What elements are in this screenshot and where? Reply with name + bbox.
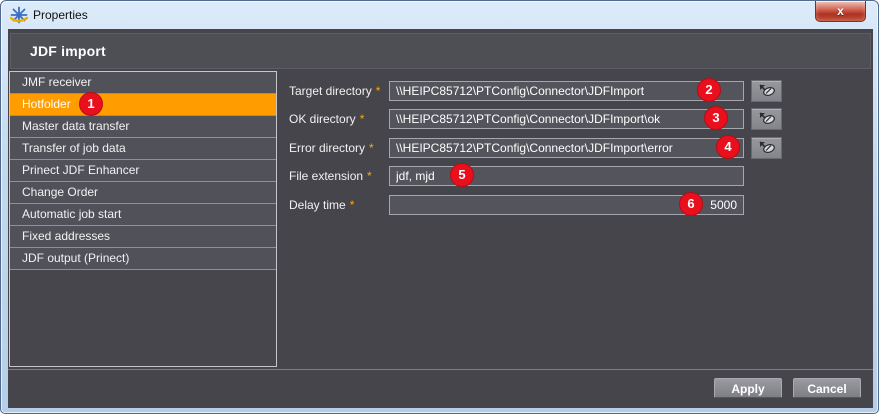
browse-icon — [758, 83, 776, 97]
field-label: Target directory* — [289, 84, 380, 98]
page-title: JDF import — [30, 43, 106, 59]
title-bar[interactable]: Properties x — [1, 1, 878, 29]
sidebar-item-change-order[interactable]: Change Order — [10, 182, 276, 204]
browse-ok-directory-button[interactable] — [751, 108, 782, 130]
sidebar-item-fixed-addresses[interactable]: Fixed addresses — [10, 226, 276, 248]
form-row-file-extension: File extension* 5 — [289, 166, 873, 190]
step-badge-2: 2 — [697, 78, 721, 102]
close-icon: x — [837, 4, 844, 18]
browse-icon — [758, 140, 776, 154]
form-row-delay-time: Delay time* 6 — [289, 195, 873, 219]
sidebar-item-label: Transfer of job data — [22, 141, 126, 155]
field-label: File extension* — [289, 169, 372, 183]
sidebar-item-jmf-receiver[interactable]: JMF receiver — [10, 72, 276, 94]
sidebar-item-label: Master data transfer — [22, 119, 129, 133]
error-directory-input[interactable] — [389, 138, 744, 158]
prinect-logo-icon — [10, 6, 28, 24]
browse-icon — [758, 111, 776, 125]
sidebar-item-label: Fixed addresses — [22, 229, 110, 243]
sidebar-item-master-data-transfer[interactable]: Master data transfer — [10, 116, 276, 138]
sidebar-item-transfer-of-job-data[interactable]: Transfer of job data — [10, 138, 276, 160]
properties-dialog: Properties x JDF import JMF receiver Hot… — [0, 0, 879, 414]
required-marker: * — [376, 84, 381, 98]
step-badge-6: 6 — [679, 192, 703, 216]
step-badge-4: 4 — [716, 135, 740, 159]
target-directory-input[interactable] — [389, 81, 744, 101]
ok-directory-input[interactable] — [389, 109, 744, 129]
file-extension-input[interactable] — [389, 166, 744, 186]
window-title: Properties — [33, 8, 88, 22]
field-label: OK directory* — [289, 112, 364, 126]
required-marker: * — [369, 141, 374, 155]
sidebar-item-jdf-output-prinect[interactable]: JDF output (Prinect) — [10, 248, 276, 270]
step-badge-5: 5 — [450, 163, 474, 187]
sidebar-item-label: JMF receiver — [22, 75, 91, 89]
sidebar-item-hotfolder[interactable]: Hotfolder 1 — [10, 94, 276, 116]
sidebar-item-label: Change Order — [22, 185, 98, 199]
field-label: Delay time* — [289, 198, 354, 212]
footer-divider — [8, 369, 873, 370]
sidebar-item-prinect-jdf-enhancer[interactable]: Prinect JDF Enhancer — [10, 160, 276, 182]
required-marker: * — [350, 198, 355, 212]
sidebar-item-label: JDF output (Prinect) — [22, 251, 129, 265]
step-badge-3: 3 — [704, 106, 728, 130]
browse-target-directory-button[interactable] — [751, 80, 782, 102]
sidebar-item-label: Prinect JDF Enhancer — [22, 163, 139, 177]
sidebar-item-automatic-job-start[interactable]: Automatic job start — [10, 204, 276, 226]
form-row-error-directory: Error directory* 4 — [289, 138, 873, 162]
browse-error-directory-button[interactable] — [751, 137, 782, 159]
field-label: Error directory* — [289, 141, 374, 155]
page-header: JDF import — [10, 33, 871, 69]
form-row-ok-directory: OK directory* 3 — [289, 109, 873, 133]
form-row-target-directory: Target directory* 2 — [289, 81, 873, 105]
dialog-content: JDF import JMF receiver Hotfolder 1 Mast… — [8, 29, 873, 408]
screenshot: Properties x JDF import JMF receiver Hot… — [0, 0, 879, 414]
sidebar-item-label: Automatic job start — [22, 207, 121, 221]
cancel-button[interactable]: Cancel — [793, 378, 861, 398]
sidebar-item-label: Hotfolder — [22, 97, 71, 111]
close-button[interactable]: x — [815, 1, 866, 22]
required-marker: * — [367, 169, 372, 183]
required-marker: * — [360, 112, 365, 126]
apply-button[interactable]: Apply — [714, 378, 782, 398]
category-sidebar: JMF receiver Hotfolder 1 Master data tra… — [9, 71, 277, 367]
step-badge-1: 1 — [79, 92, 103, 116]
